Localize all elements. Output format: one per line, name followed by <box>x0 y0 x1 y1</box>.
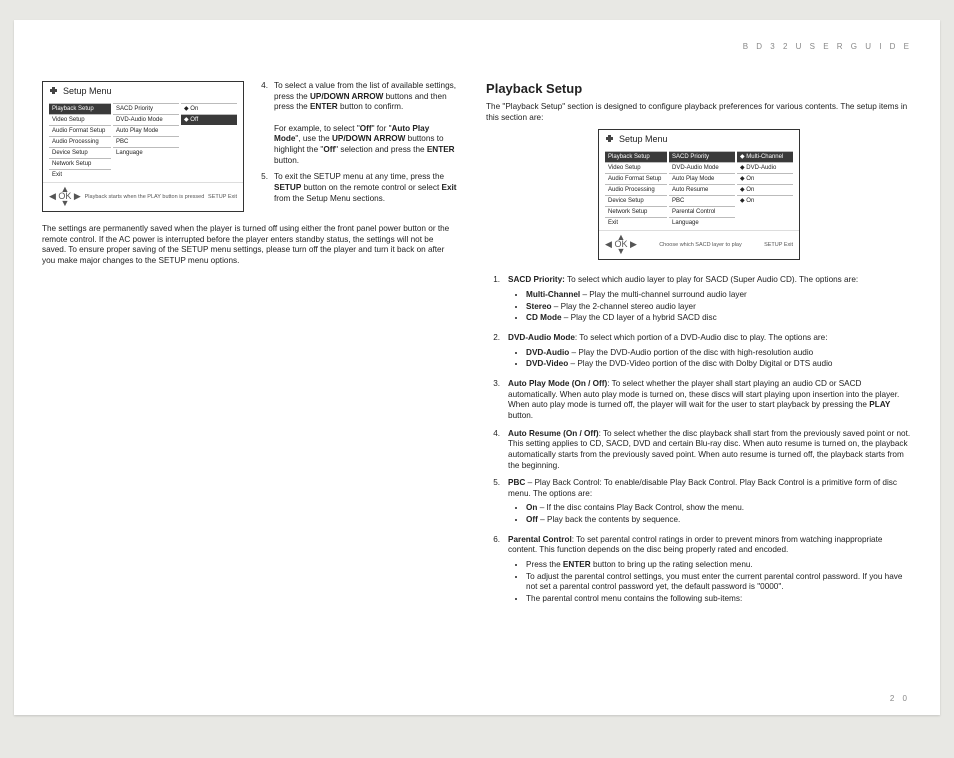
bullet-list: DVD-Audio – Play the DVD-Audio portion o… <box>508 348 912 370</box>
dpad-icon: ▲◀ OK ▶▼ <box>49 186 81 207</box>
bullet-list: Press the ENTER button to bring up the r… <box>508 560 912 605</box>
setup-footer-exit: SETUP Exit <box>764 242 793 248</box>
puzzle-icon <box>605 134 615 144</box>
bullet-item: CD Mode – Play the CD layer of a hybrid … <box>526 313 912 324</box>
menu-value: ◆ On <box>181 103 237 114</box>
menu-cell: Audio Format Setup <box>605 173 667 184</box>
setup-footer-exit: SETUP Exit <box>208 194 237 200</box>
option-number: 2. <box>486 333 500 372</box>
menu-value: ◆ DVD-Audio <box>737 162 793 173</box>
puzzle-icon <box>49 86 59 96</box>
menu-cell: PBC <box>669 195 735 206</box>
menu-cell: Language <box>113 147 179 158</box>
menu-cell: Network Setup <box>49 158 111 169</box>
setup-menu-title: Setup Menu <box>619 134 668 144</box>
page-number: 2 0 <box>890 694 910 703</box>
setup-menu-screenshot-right: Setup Menu Playback SetupVideo SetupAudi… <box>598 129 800 260</box>
bullet-item: To adjust the parental control settings,… <box>526 572 912 593</box>
option-number: 5. <box>486 478 500 528</box>
menu-value: ◆ On <box>737 195 793 206</box>
page-header: B D 3 2 U S E R G U I D E <box>42 42 912 51</box>
menu-cell: Exit <box>49 169 111 180</box>
option-item: 5.PBC – Play Back Control: To enable/dis… <box>486 478 912 528</box>
menu-cell: Exit <box>605 217 667 228</box>
menu-cell: Parental Control <box>669 206 735 217</box>
menu-cell: Audio Processing <box>49 136 111 147</box>
option-item: 1.SACD Priority: To select which audio l… <box>486 275 912 326</box>
bullet-item: DVD-Audio – Play the DVD-Audio portion o… <box>526 348 912 359</box>
bullet-item: Off – Play back the contents by sequence… <box>526 515 912 526</box>
instruction-list: 4. To select a value from the list of av… <box>256 81 458 210</box>
option-item: 2.DVD-Audio Mode: To select which portio… <box>486 333 912 372</box>
section-heading: Playback Setup <box>486 81 912 96</box>
setup-footer-hint: Playback starts when the PLAY button is … <box>85 194 205 200</box>
right-column: Playback Setup The "Playback Setup" sect… <box>486 81 912 607</box>
menu-cell: Device Setup <box>605 195 667 206</box>
option-body: Auto Resume (On / Off): To select whethe… <box>508 429 912 472</box>
dpad-icon: ▲◀ OK ▶▼ <box>605 234 637 255</box>
menu-cell: Video Setup <box>605 162 667 173</box>
menu-cell: Playback Setup <box>49 103 111 114</box>
option-body: SACD Priority: To select which audio lay… <box>508 275 912 326</box>
menu-cell: Playback Setup <box>605 151 667 162</box>
numbered-option-list: 1.SACD Priority: To select which audio l… <box>486 275 912 606</box>
option-item: 3.Auto Play Mode (On / Off): To select w… <box>486 379 912 422</box>
bullet-item: Multi-Channel – Play the multi-channel s… <box>526 290 912 301</box>
step-body: To exit the SETUP menu at any time, pres… <box>274 172 458 204</box>
step-number: 5. <box>256 172 268 204</box>
menu-cell: Device Setup <box>49 147 111 158</box>
menu-cell: SACD Priority <box>669 151 735 162</box>
step-body: To select a value from the list of avail… <box>274 81 458 166</box>
setup-footer-hint: Choose which SACD layer to play <box>659 242 742 248</box>
bullet-item: Stereo – Play the 2-channel stereo audio… <box>526 302 912 313</box>
option-body: PBC – Play Back Control: To enable/disab… <box>508 478 912 528</box>
bullet-item: The parental control menu contains the f… <box>526 594 912 605</box>
bullet-list: Multi-Channel – Play the multi-channel s… <box>508 290 912 324</box>
bullet-item: On – If the disc contains Play Back Cont… <box>526 503 912 514</box>
menu-cell: SACD Priority <box>113 103 179 114</box>
section-intro: The "Playback Setup" section is designed… <box>486 102 912 123</box>
bullet-item: Press the ENTER button to bring up the r… <box>526 560 912 571</box>
option-number: 6. <box>486 535 500 607</box>
option-body: Parental Control: To set parental contro… <box>508 535 912 607</box>
option-item: 4.Auto Resume (On / Off): To select whet… <box>486 429 912 472</box>
menu-cell: PBC <box>113 136 179 147</box>
menu-cell: Audio Format Setup <box>49 125 111 136</box>
settings-save-paragraph: The settings are permanently saved when … <box>42 224 458 267</box>
option-number: 3. <box>486 379 500 422</box>
bullet-list: On – If the disc contains Play Back Cont… <box>508 503 912 525</box>
option-body: DVD-Audio Mode: To select which portion … <box>508 333 912 372</box>
menu-cell: Audio Processing <box>605 184 667 195</box>
menu-cell: Language <box>669 217 735 228</box>
menu-cell: Network Setup <box>605 206 667 217</box>
menu-cell: DVD-Audio Mode <box>113 114 179 125</box>
bullet-item: DVD-Video – Play the DVD-Video portion o… <box>526 359 912 370</box>
option-number: 1. <box>486 275 500 326</box>
menu-cell: Auto Resume <box>669 184 735 195</box>
menu-cell: DVD-Audio Mode <box>669 162 735 173</box>
menu-value: ◆ Multi-Channel <box>737 151 793 162</box>
option-item: 6.Parental Control: To set parental cont… <box>486 535 912 607</box>
step-number: 4. <box>256 81 268 166</box>
setup-menu-title: Setup Menu <box>63 86 112 96</box>
menu-cell: Auto Play Mode <box>113 125 179 136</box>
menu-cell: Video Setup <box>49 114 111 125</box>
option-body: Auto Play Mode (On / Off): To select whe… <box>508 379 912 422</box>
page: B D 3 2 U S E R G U I D E Setup Menu Pla… <box>14 20 940 715</box>
two-column-layout: Setup Menu Playback SetupVideo SetupAudi… <box>42 81 912 607</box>
menu-cell: Auto Play Mode <box>669 173 735 184</box>
option-number: 4. <box>486 429 500 472</box>
left-column: Setup Menu Playback SetupVideo SetupAudi… <box>42 81 458 607</box>
menu-value: ◆ Off <box>181 114 237 125</box>
menu-value: ◆ On <box>737 173 793 184</box>
menu-value: ◆ On <box>737 184 793 195</box>
setup-menu-screenshot-left: Setup Menu Playback SetupVideo SetupAudi… <box>42 81 244 212</box>
